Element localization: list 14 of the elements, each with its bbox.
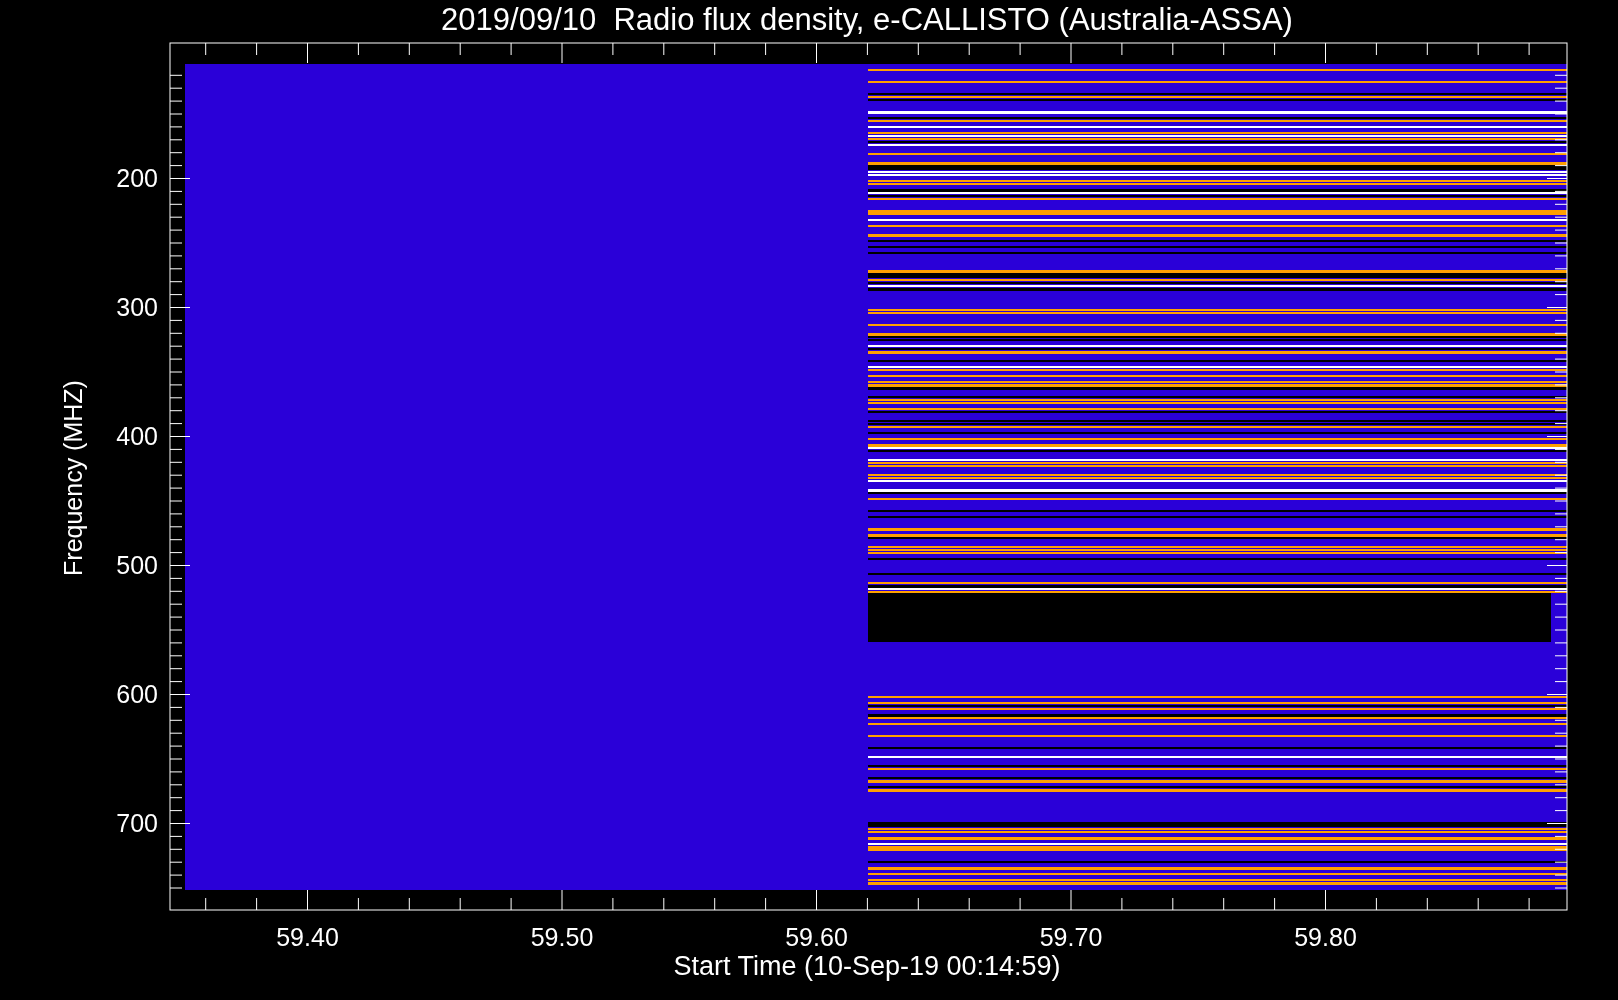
axis-tick-label: 59.80 [1294,923,1357,951]
chart-title: 2019/09/10 Radio flux density, e-CALLISTO (Australia-ASSA) [441,2,1293,37]
axis-tick-label: 700 [116,809,158,837]
axis-tick-label: 200 [116,164,158,192]
axis-title: Frequency (MHZ) [59,380,87,576]
axis-tick-label: 59.70 [1039,923,1103,951]
axis-tick-label: 500 [116,551,158,579]
axis-title: Start Time (10-Sep-19 00:14:59) [673,951,1061,981]
axis-tick-label: 59.60 [785,923,848,951]
axis-tick-label: 400 [116,422,158,450]
axis-tick-label: 59.40 [276,923,339,951]
axis-tick-label: 300 [116,293,158,321]
axis-tick-label: 600 [116,680,158,708]
axis-tick-label: 59.50 [530,923,594,951]
